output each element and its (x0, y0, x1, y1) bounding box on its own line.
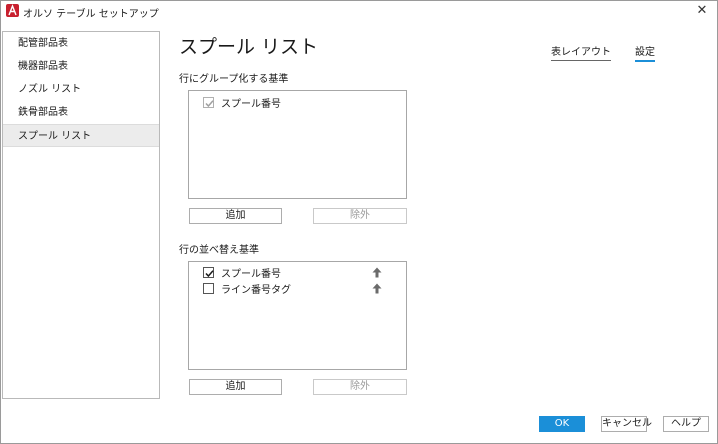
list-item-label: スプール番号 (221, 268, 281, 280)
list-item[interactable]: ライン番号タグ (203, 281, 291, 296)
arrow-up-icon[interactable] (372, 267, 382, 278)
app-icon (6, 4, 19, 17)
tab-table-layout[interactable]: 表レイアウト (551, 43, 611, 61)
sort-remove-button[interactable]: 除外 (313, 379, 407, 395)
list-item-label: スプール番号 (221, 98, 281, 110)
sidebar-item-label: 鉄骨部品表 (18, 107, 68, 118)
tab-settings[interactable]: 設定 (635, 43, 655, 62)
title-bar: オルソ テーブル セットアップ ✕ (1, 1, 717, 21)
checkmark-icon (205, 99, 214, 107)
close-icon[interactable]: ✕ (693, 2, 711, 20)
ok-button[interactable]: OK (539, 416, 585, 432)
cancel-button[interactable]: キャンセル (601, 416, 652, 432)
sidebar-item-spool-list[interactable]: スプール リスト (3, 124, 159, 147)
sidebar-item-piping-bom[interactable]: 配管部品表 (3, 32, 159, 55)
help-button[interactable]: ヘルプ (663, 416, 709, 432)
sidebar-item-label: 配管部品表 (18, 38, 68, 49)
sidebar-item-steel-bom[interactable]: 鉄骨部品表 (3, 101, 159, 124)
sidebar-item-nozzle-list[interactable]: ノズル リスト (3, 78, 159, 101)
checkbox[interactable] (203, 282, 214, 294)
page-title: スプール リスト (179, 36, 319, 58)
sidebar-item-label: スプール リスト (18, 131, 92, 142)
group-by-label: 行にグループ化する基準 (179, 74, 289, 85)
list-item[interactable]: スプール番号 (203, 265, 281, 280)
sidebar-item-label: ノズル リスト (18, 84, 82, 95)
sidebar-item-equipment-bom[interactable]: 機器部品表 (3, 55, 159, 78)
list-item[interactable]: スプール番号 (203, 95, 281, 110)
sort-add-button[interactable]: 追加 (189, 379, 282, 395)
dialog-window: オルソ テーブル セットアップ ✕ 配管部品表 機器部品表 ノズル リスト 鉄骨… (0, 0, 718, 444)
sidebar: 配管部品表 機器部品表 ノズル リスト 鉄骨部品表 スプール リスト (2, 31, 160, 399)
checkbox[interactable] (203, 96, 214, 108)
checkbox[interactable] (203, 266, 214, 278)
group-add-button[interactable]: 追加 (189, 208, 282, 224)
arrow-up-icon[interactable] (372, 283, 382, 294)
group-by-listbox[interactable]: スプール番号 (188, 90, 407, 199)
list-item-label: ライン番号タグ (221, 284, 291, 296)
window-title: オルソ テーブル セットアップ (23, 9, 159, 20)
sort-by-listbox[interactable]: スプール番号 ライン番号タグ (188, 261, 407, 370)
sidebar-item-label: 機器部品表 (18, 61, 68, 72)
sort-by-label: 行の並べ替え基準 (179, 245, 259, 256)
group-remove-button[interactable]: 除外 (313, 208, 407, 224)
checkmark-icon (205, 269, 214, 277)
